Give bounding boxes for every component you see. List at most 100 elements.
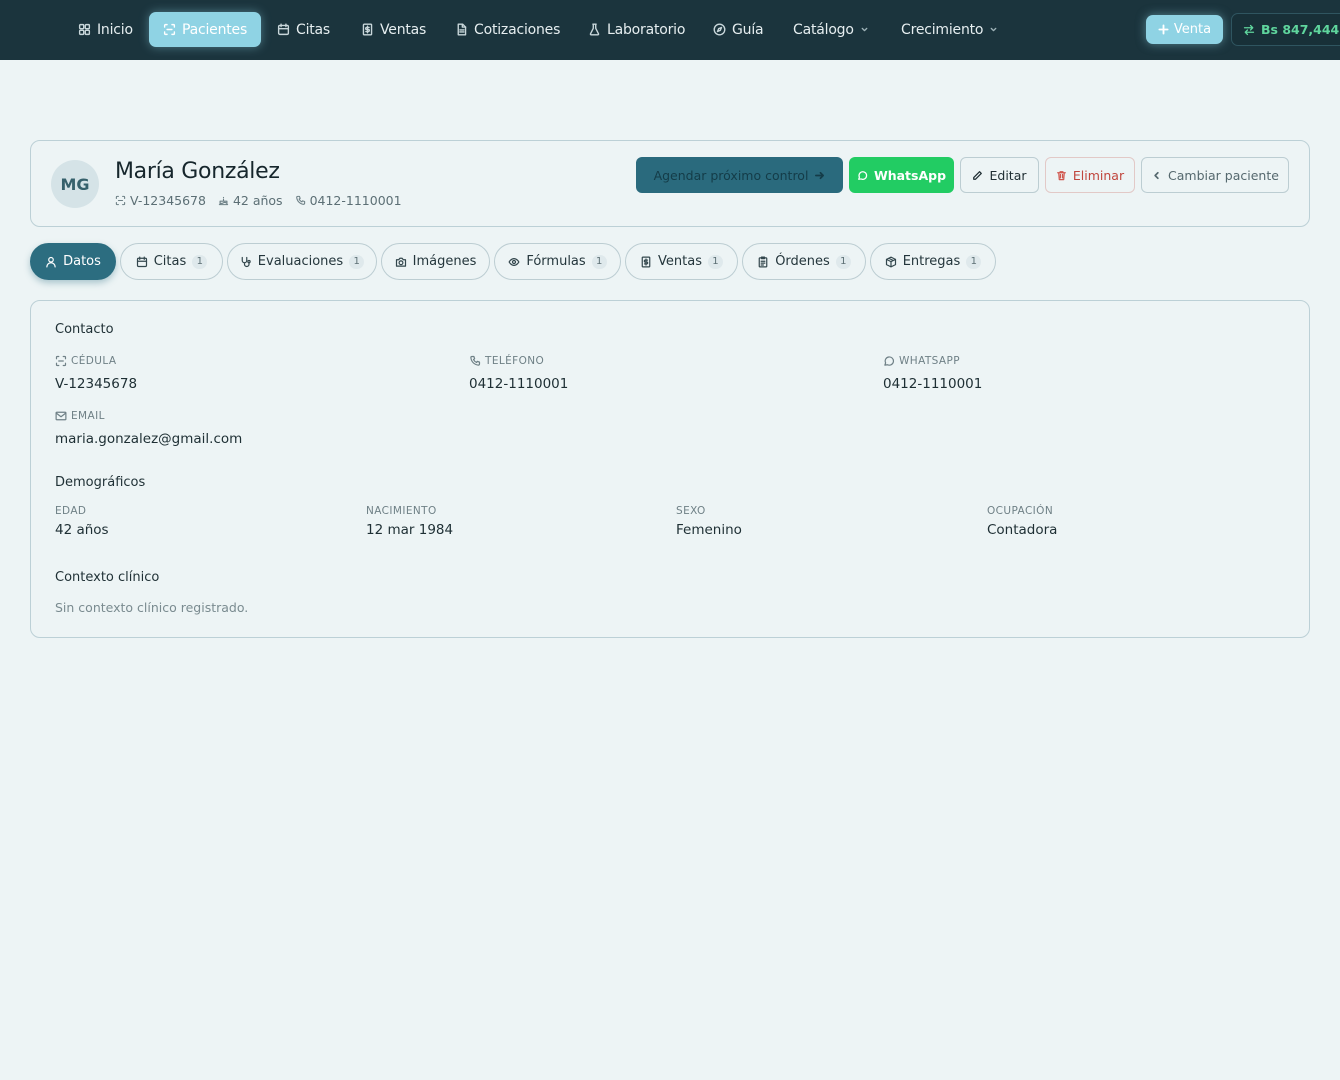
tab-count-badge: 1 [966, 254, 982, 269]
chevron-left-icon [1151, 170, 1162, 181]
delete-label: Eliminar [1072, 167, 1125, 183]
tab-entregas[interactable]: Entregas 1 [870, 243, 996, 280]
edit-button[interactable]: Editar [960, 157, 1039, 193]
tab-ventas[interactable]: Ventas 1 [625, 243, 738, 280]
tab-evaluaciones[interactable]: Evaluaciones 1 [227, 243, 377, 280]
nav-item-inicio[interactable]: Inicio [64, 12, 147, 47]
tab-ordenes[interactable]: Órdenes 1 [742, 243, 866, 280]
ocupacion-value: Contadora [987, 522, 1058, 538]
nav-item-label: Catálogo [793, 21, 854, 38]
whatsapp-label: WhatsApp [873, 167, 947, 183]
tab-datos[interactable]: Datos [30, 243, 116, 280]
clinical-section-title: Contexto clínico [55, 570, 160, 585]
flask-icon [588, 23, 601, 36]
tab-citas[interactable]: Citas 1 [120, 243, 223, 280]
telefono-value: 0412-1110001 [469, 376, 569, 392]
cake-icon [218, 195, 229, 206]
mail-icon [55, 410, 67, 422]
tab-label: Imágenes [412, 254, 477, 269]
nav-item-catalogo[interactable]: Catálogo [779, 12, 883, 47]
nav-item-pacientes[interactable]: Pacientes [149, 12, 262, 47]
patient-phone-text: 0412-1110001 [309, 193, 402, 208]
nav-item-label: Ventas [380, 21, 427, 38]
tab-label: Fórmulas [526, 254, 586, 269]
patient-age: 42 años [218, 193, 283, 208]
tab-imagenes[interactable]: Imágenes [381, 243, 490, 280]
tab-count-badge: 1 [192, 254, 208, 269]
edad-value: 42 años [55, 522, 109, 538]
tab-formulas[interactable]: Fórmulas 1 [494, 243, 621, 280]
nacimiento-label: NACIMIENTO [366, 505, 437, 517]
patient-details-panel: Contacto CÉDULA V-12345678 TELÉFONO 0412… [30, 300, 1310, 638]
nav-item-citas[interactable]: Citas [263, 12, 344, 47]
whatsapp-label: WHATSAPP [883, 355, 960, 367]
chat-bubble-icon [883, 355, 895, 367]
patient-phone: 0412-1110001 [295, 193, 402, 208]
schedule-label: Agendar próximo control [653, 167, 809, 183]
calendar-icon [277, 23, 290, 36]
tab-count-badge: 1 [349, 254, 365, 269]
delete-button[interactable]: Eliminar [1045, 157, 1135, 193]
eye-icon [508, 256, 520, 268]
compass-icon [713, 23, 726, 36]
chevron-down-icon [860, 25, 869, 34]
nav-item-guia[interactable]: Guía [699, 12, 777, 47]
trash-icon [1056, 170, 1067, 181]
phone-icon [469, 355, 481, 367]
edit-label: Editar [989, 167, 1027, 183]
avatar: MG [51, 160, 99, 208]
nav-item-label: Inicio [97, 21, 133, 38]
ocupacion-label: OCUPACIÓN [987, 505, 1054, 517]
nav-item-crecimiento[interactable]: Crecimiento [887, 12, 1012, 47]
receipt-icon [640, 256, 652, 268]
nav-item-label: Guía [732, 21, 764, 38]
clinical-empty-text: Sin contexto clínico registrado. [55, 600, 249, 615]
pencil-icon [972, 170, 983, 181]
schedule-next-visit-button[interactable]: Agendar próximo control [636, 157, 843, 193]
patient-name: María González [115, 159, 280, 184]
patient-header-card: MG María González V-12345678 42 años 041… [30, 140, 1310, 227]
tab-label: Órdenes [775, 254, 830, 269]
nav-item-ventas[interactable]: Ventas [347, 12, 440, 47]
nav-item-label: Cotizaciones [474, 21, 561, 38]
nav-item-label: Citas [296, 21, 331, 38]
tab-count-badge: 1 [835, 254, 851, 269]
email-value: maria.gonzalez@gmail.com [55, 431, 243, 447]
tab-label: Citas [153, 254, 187, 269]
chat-bubble-icon [857, 170, 868, 181]
patient-age-text: 42 años [232, 193, 283, 208]
document-icon [455, 23, 468, 36]
patient-id: V-12345678 [115, 193, 206, 208]
tab-label: Datos [63, 254, 101, 269]
tab-count-badge: 1 [707, 254, 723, 269]
exchange-rate-value: Bs 847,4442 [1261, 22, 1340, 37]
tab-label: Ventas [658, 254, 702, 269]
exchange-rate-badge[interactable]: Bs 847,4442 [1231, 13, 1340, 46]
arrow-right-icon [814, 170, 825, 181]
new-sale-button[interactable]: Venta [1146, 15, 1223, 44]
whatsapp-value: 0412-1110001 [883, 376, 983, 392]
nav-item-cotizaciones[interactable]: Cotizaciones [441, 12, 574, 47]
user-icon [45, 256, 57, 268]
change-patient-button[interactable]: Cambiar paciente [1141, 157, 1289, 193]
cedula-label-text: CÉDULA [71, 355, 117, 367]
nav-item-label: Laboratorio [607, 21, 686, 38]
nav-item-label: Crecimiento [901, 21, 984, 38]
patient-meta: V-12345678 42 años 0412-1110001 [115, 193, 402, 208]
camera-icon [395, 256, 407, 268]
telefono-label: TELÉFONO [469, 355, 544, 367]
edad-label: EDAD [55, 505, 87, 517]
tab-label: Entregas [902, 254, 961, 269]
tab-count-badge: 1 [591, 254, 607, 269]
whatsapp-button[interactable]: WhatsApp [849, 157, 954, 193]
nav-item-laboratorio[interactable]: Laboratorio [574, 12, 699, 47]
cedula-value: V-12345678 [55, 376, 138, 392]
exchange-icon [1243, 24, 1255, 36]
scan-icon [115, 195, 126, 206]
plus-icon [1158, 24, 1169, 35]
stethoscope-icon [240, 256, 252, 268]
email-label-text: EMAIL [71, 410, 105, 422]
grid-icon [78, 23, 91, 36]
whatsapp-label-text: WHATSAPP [899, 355, 960, 367]
scan-icon [55, 355, 67, 367]
